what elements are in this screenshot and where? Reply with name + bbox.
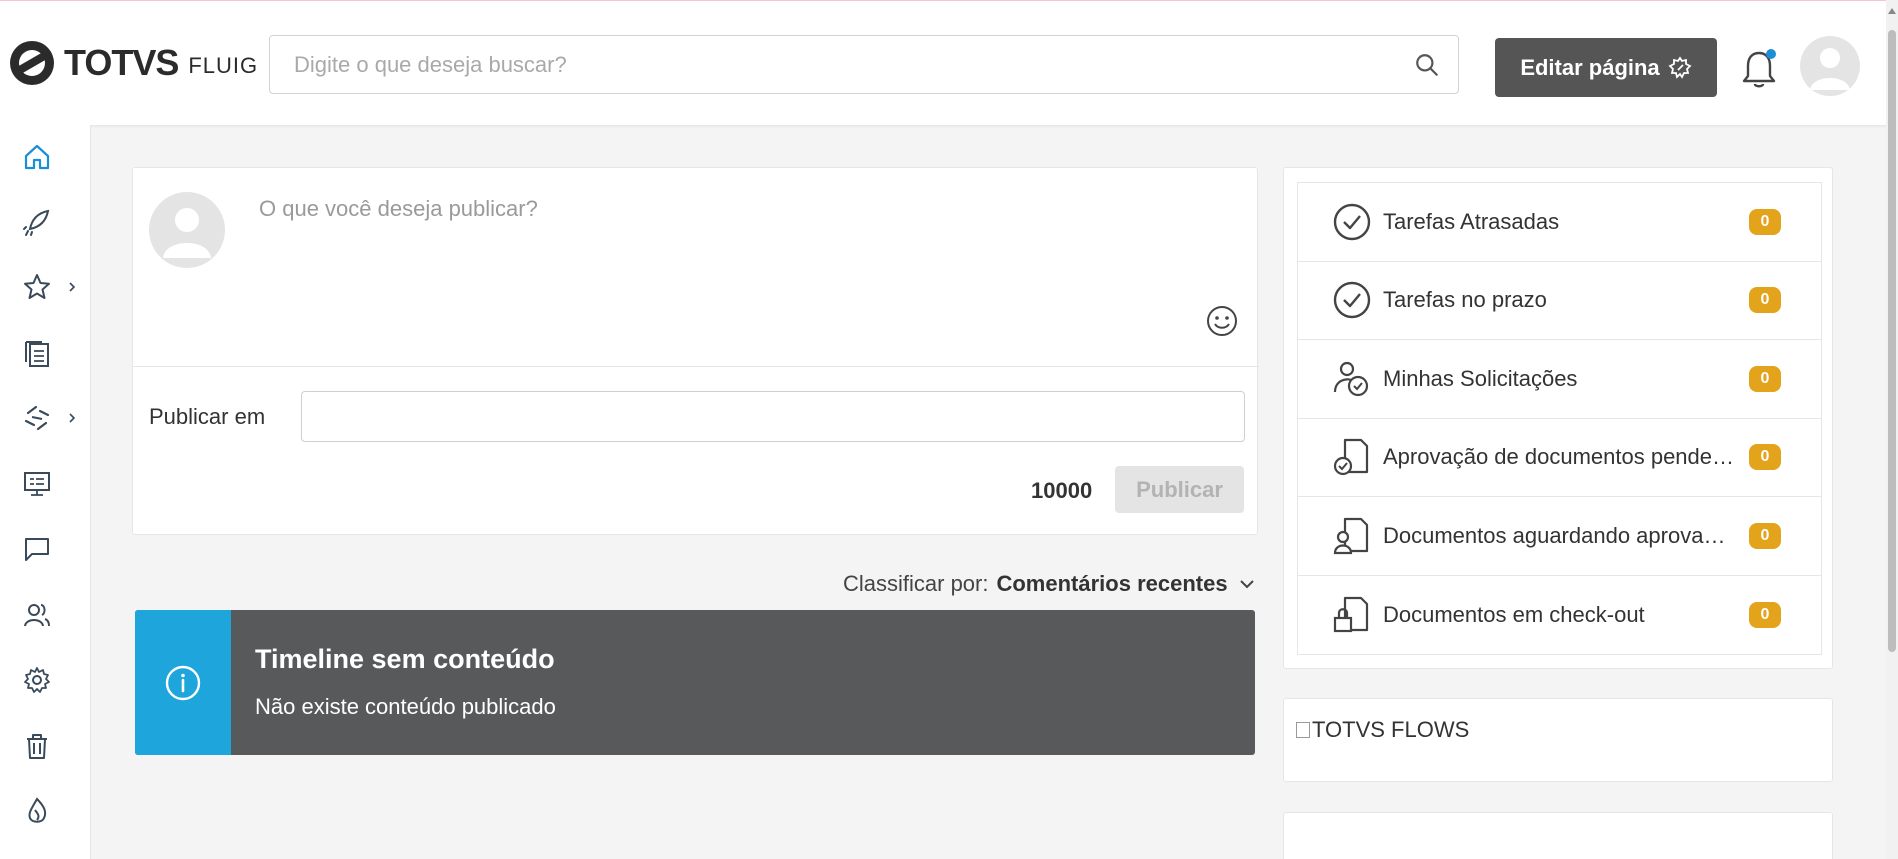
task-label: Aprovação de documentos pendentes [1383, 444, 1735, 470]
scroll-up-arrow-icon[interactable] [1888, 8, 1896, 14]
notification-dot [1766, 49, 1776, 59]
sort-control[interactable]: Classificar por: Comentários recentes [843, 571, 1256, 597]
alert-side-bar [135, 610, 231, 755]
sidebar-item-dashboard[interactable] [22, 464, 82, 504]
emoji-icon[interactable] [1205, 304, 1239, 338]
task-label: Tarefas Atrasadas [1383, 208, 1560, 234]
gear-icon [24, 667, 50, 693]
page-scrollbar[interactable] [1886, 0, 1898, 859]
sidebar-item-trash[interactable] [22, 726, 82, 766]
fluig-icon [28, 797, 47, 823]
empty-timeline-alert: Timeline sem conteúdo Não existe conteúd… [135, 610, 1255, 755]
clock-check-icon [1333, 282, 1371, 319]
task-row-docs-awaiting[interactable]: Documentos aguardando aprovação 0 [1298, 497, 1821, 576]
sidebar-item-settings[interactable] [22, 660, 82, 700]
composer-divider [133, 366, 1259, 367]
document-lock-icon [1333, 596, 1369, 632]
documents-icon [25, 341, 49, 367]
top-header: TOTVS FLUIG Editar página [0, 3, 1898, 125]
rocket-icon [23, 209, 50, 236]
task-count-badge: 0 [1749, 208, 1781, 235]
edit-page-label: Editar página [1520, 54, 1660, 80]
task-count-badge: 0 [1749, 601, 1781, 628]
sidebar-item-home[interactable] [22, 137, 82, 177]
sort-value: Comentários recentes [996, 571, 1228, 596]
tasks-list: Tarefas Atrasadas 0 Tarefas no prazo 0 M… [1297, 182, 1822, 655]
sidebar-item-processes[interactable] [22, 398, 82, 438]
task-count-badge: 0 [1749, 287, 1781, 314]
flows-widget: TOTVS FLOWS [1283, 698, 1833, 782]
task-count-badge: 0 [1749, 444, 1781, 471]
totvs-logo-icon [10, 41, 54, 85]
user-avatar-icon [163, 208, 211, 258]
sidebar-item-launch[interactable] [22, 202, 82, 242]
sort-label: Classificar por: [843, 571, 989, 596]
info-icon [165, 665, 201, 700]
brand-name: TOTVS [64, 42, 179, 83]
sidebar-item-documents[interactable] [22, 333, 82, 373]
composer-avatar [149, 192, 225, 268]
sidebar-item-favorites[interactable] [22, 267, 82, 307]
task-row-on-time[interactable]: Tarefas no prazo 0 [1298, 262, 1821, 340]
clock-check-icon [1333, 203, 1371, 240]
task-row-doc-approval[interactable]: Aprovação de documentos pendentes 0 [1298, 419, 1821, 497]
search-icon[interactable] [1414, 52, 1440, 78]
monitor-icon [24, 472, 50, 496]
alert-title: Timeline sem conteúdo [255, 644, 555, 674]
next-widget-card [1283, 812, 1833, 859]
task-label: Documentos em check-out [1383, 601, 1645, 627]
document-clock-icon [1333, 439, 1369, 476]
notifications-button[interactable] [1740, 47, 1778, 91]
task-count-badge: 0 [1749, 522, 1781, 549]
sidebar-item-chat[interactable] [22, 529, 82, 569]
chevron-down-icon [1239, 580, 1254, 589]
publish-button[interactable]: Publicar [1115, 466, 1244, 513]
home-icon [24, 144, 50, 170]
task-label: Tarefas no prazo [1383, 287, 1547, 313]
edit-page-button[interactable]: Editar página [1495, 38, 1717, 97]
task-label: Documentos aguardando aprovação [1383, 522, 1735, 548]
char-counter: 10000 [1031, 478, 1093, 503]
user-avatar[interactable] [1800, 36, 1860, 96]
chevron-right-icon [69, 282, 76, 292]
document-user-icon [1333, 517, 1369, 554]
user-clock-icon [1333, 361, 1369, 396]
task-row-checkout[interactable]: Documentos em check-out 0 [1298, 576, 1821, 655]
flows-alt-text: TOTVS FLOWS [1312, 717, 1470, 742]
trash-icon [27, 734, 47, 759]
post-composer-card: O que você deseja publicar? Publicar em … [132, 167, 1259, 535]
tasks-widget: Tarefas Atrasadas 0 Tarefas no prazo 0 M… [1283, 167, 1833, 669]
search-input[interactable] [270, 36, 1370, 93]
flows-image[interactable]: TOTVS FLOWS [1296, 717, 1469, 743]
task-row-overdue[interactable]: Tarefas Atrasadas 0 [1298, 183, 1821, 262]
edit-gear-icon [1668, 55, 1692, 79]
chevron-right-icon [69, 413, 76, 423]
search-box [269, 35, 1459, 94]
totvs-fluig-logo[interactable]: TOTVS FLUIG [8, 39, 258, 87]
brand-sub: FLUIG [188, 53, 259, 78]
scrollbar-thumb[interactable] [1888, 30, 1896, 652]
sidebar-item-users[interactable] [22, 595, 82, 635]
star-icon [24, 274, 50, 299]
workflow-icon [24, 405, 50, 431]
task-label: Minhas Solicitações [1383, 365, 1578, 391]
task-row-my-requests[interactable]: Minhas Solicitações 0 [1298, 340, 1821, 419]
post-textarea[interactable]: O que você deseja publicar? [259, 196, 1219, 256]
alert-message: Não existe conteúdo publicado [255, 694, 556, 719]
users-icon [24, 604, 50, 627]
task-count-badge: 0 [1749, 365, 1781, 392]
user-avatar-icon [1810, 48, 1850, 90]
publish-in-field[interactable] [301, 391, 1245, 442]
left-sidebar [0, 125, 91, 859]
broken-image-icon [1296, 722, 1310, 738]
sidebar-item-fluig[interactable] [22, 791, 82, 831]
chat-icon [25, 538, 49, 561]
publish-in-label: Publicar em [149, 404, 266, 429]
